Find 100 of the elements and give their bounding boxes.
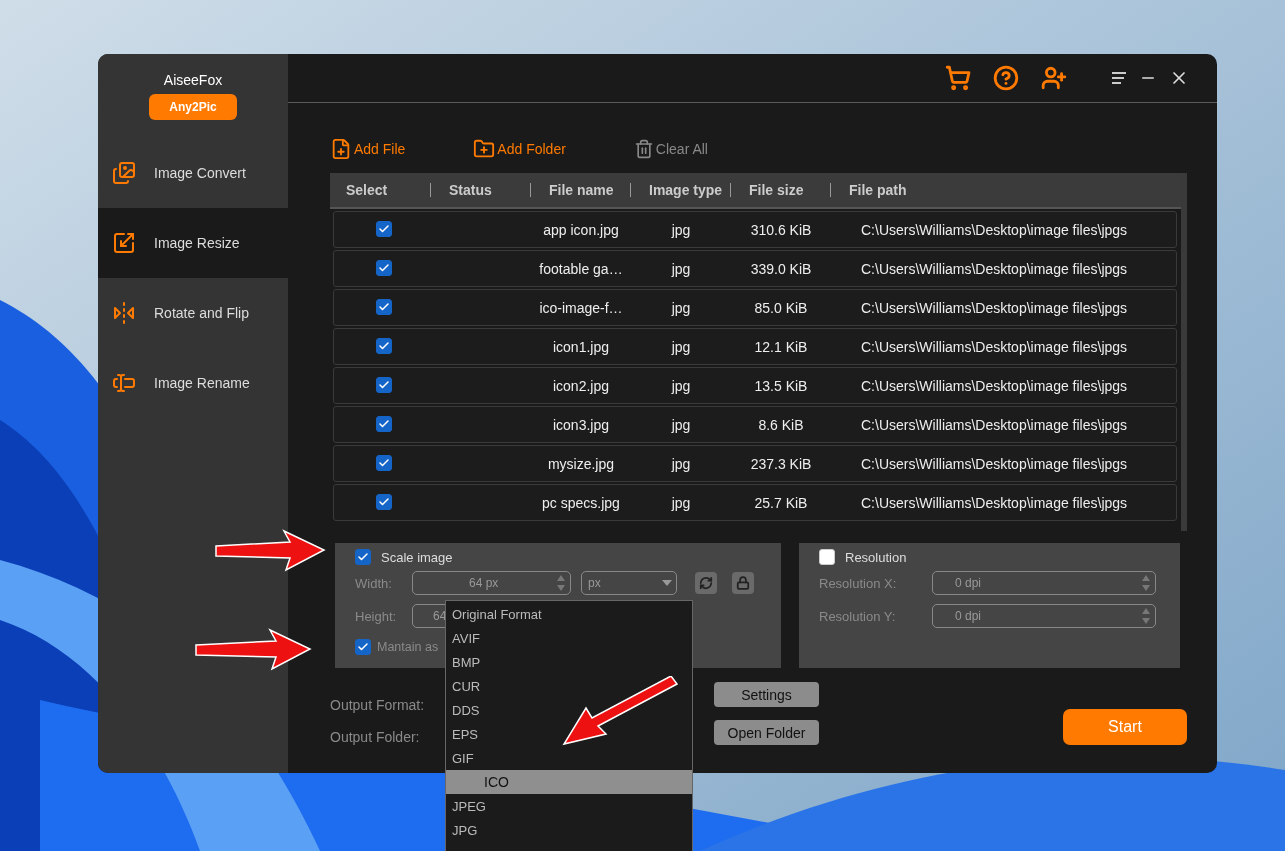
cart-icon[interactable] <box>945 65 971 91</box>
column-header: Image type <box>630 183 730 197</box>
field-label: Output Folder: <box>330 729 420 745</box>
table-row[interactable]: footable ga… jpg 339.0 KiB C:\Users\Williams\Desktop\image files\jpgs <box>333 250 1177 287</box>
file-plus-icon <box>330 138 352 160</box>
flip-icon <box>112 301 136 325</box>
user-plus-icon[interactable] <box>1041 65 1067 91</box>
checkmark-icon <box>378 379 390 391</box>
checkbox-label: Scale image <box>381 549 453 565</box>
table-cell-text: jpg <box>670 338 692 355</box>
checkbox[interactable] <box>355 549 371 565</box>
table-cell-text: mysize.jpg <box>546 455 616 472</box>
toolbar-button[interactable]: Add File <box>330 138 406 160</box>
column-header: File name <box>530 183 630 197</box>
brand-name: AiseeFox <box>163 72 223 88</box>
text-cursor-icon <box>112 371 136 395</box>
refresh-icon[interactable] <box>695 572 717 594</box>
menu-item[interactable]: ICO <box>446 770 692 794</box>
help-icon[interactable] <box>993 65 1019 91</box>
table-cell-text: jpg <box>670 299 692 316</box>
trash-icon <box>633 139 654 159</box>
table-cell-text: C:\Users\Williams\Desktop\image files\jpgs <box>860 260 1129 277</box>
table-row[interactable]: icon1.jpg jpg 12.1 KiB C:\Users\Williams\Desktop\image files\jpgs <box>333 328 1177 365</box>
table-cell-text: footable ga… <box>538 260 624 277</box>
table-cell-text: 8.6 KiB <box>757 416 805 433</box>
checkmark-icon <box>357 551 369 563</box>
menu-icon[interactable] <box>1111 71 1127 85</box>
table-row[interactable]: ico-image-f… jpg 85.0 KiB C:\Users\Williams\Desktop\image files\jpgs <box>333 289 1177 326</box>
table-cell-text: jpg <box>670 455 692 472</box>
table-cell-text: 13.5 KiB <box>753 377 809 394</box>
table-cell-text: pc specs.jpg <box>541 494 621 511</box>
images-icon <box>112 161 136 185</box>
folder-plus-icon <box>473 138 496 160</box>
table-cell-text: ico-image-f… <box>538 299 624 316</box>
table-cell-text: C:\Users\Williams\Desktop\image files\jpgs <box>860 416 1129 433</box>
checkmark-icon <box>378 496 390 508</box>
menu-item[interactable]: EPS <box>446 722 692 746</box>
table-cell-text: jpg <box>670 377 692 394</box>
table-cell-text: 310.6 KiB <box>749 221 813 238</box>
column-header: File path <box>830 183 1181 197</box>
table-cell-text: jpg <box>670 416 692 433</box>
table-cell-text: icon1.jpg <box>551 338 610 355</box>
caret-icon <box>662 580 672 586</box>
checkbox[interactable] <box>355 639 371 655</box>
table-row[interactable]: pc specs.jpg jpg 25.7 KiB C:\Users\Williams\Desktop\image files\jpgs <box>333 484 1177 521</box>
checkbox[interactable] <box>376 260 392 276</box>
table-row[interactable]: mysize.jpg jpg 237.3 KiB C:\Users\Williams\Desktop\image files\jpgs <box>333 445 1177 482</box>
column-header: File size <box>730 183 830 197</box>
checkbox[interactable] <box>376 299 392 315</box>
lock-icon[interactable] <box>732 572 754 594</box>
checkbox[interactable] <box>376 494 392 510</box>
menu-item[interactable]: CUR <box>446 674 692 698</box>
product-badge: Any2Pic <box>149 94 237 120</box>
menu-item[interactable]: JPG <box>446 818 692 842</box>
table-cell-text: icon2.jpg <box>551 377 610 394</box>
table-cell-text: jpg <box>670 260 692 277</box>
table-cell-text: 85.0 KiB <box>753 299 809 316</box>
checkmark-icon <box>357 641 369 653</box>
field-label: Width: <box>355 575 393 591</box>
checkbox[interactable] <box>376 221 392 237</box>
table-cell-text: C:\Users\Williams\Desktop\image files\jpgs <box>860 377 1129 394</box>
menu-item[interactable]: DDS <box>446 698 692 722</box>
checkbox-label: Mantain as <box>377 640 439 654</box>
menu-item[interactable]: JPEG <box>446 794 692 818</box>
checkbox[interactable] <box>376 377 392 393</box>
open-folder-button[interactable]: Open Folder <box>714 720 819 745</box>
checkmark-icon <box>378 301 390 313</box>
table-cell-text: 12.1 KiB <box>753 338 809 355</box>
field-label: Resolution Y: <box>819 608 897 624</box>
menu-item[interactable]: GIF <box>446 746 692 770</box>
field-label: Height: <box>355 608 398 624</box>
settings-button[interactable]: Settings <box>714 682 819 707</box>
field-label: Resolution X: <box>819 575 898 591</box>
checkbox[interactable] <box>376 338 392 354</box>
sidebar-item[interactable]: Image Convert <box>98 138 288 208</box>
table-cell-text: C:\Users\Williams\Desktop\image files\jpgs <box>860 455 1129 472</box>
checkmark-icon <box>378 457 390 469</box>
toolbar-button[interactable]: Add Folder <box>473 138 566 160</box>
menu-item[interactable]: AVIF <box>446 626 692 650</box>
checkbox[interactable] <box>376 455 392 471</box>
checkmark-icon <box>378 223 390 235</box>
checkbox[interactable] <box>376 416 392 432</box>
sidebar-item[interactable]: Rotate and Flip <box>98 278 288 348</box>
menu-item[interactable]: BMP <box>446 650 692 674</box>
table-cell-text: C:\Users\Williams\Desktop\image files\jpgs <box>860 299 1129 316</box>
column-header: Select <box>345 183 389 197</box>
column-header: Status <box>430 183 530 197</box>
sidebar-item[interactable]: Image Resize <box>98 208 288 278</box>
table-row[interactable]: icon3.jpg jpg 8.6 KiB C:\Users\Williams\Desktop\image files\jpgs <box>333 406 1177 443</box>
table-row[interactable]: app icon.jpg jpg 310.6 KiB C:\Users\Williams\Desktop\image files\jpgs <box>333 211 1177 248</box>
checkmark-icon <box>378 262 390 274</box>
checkmark-icon <box>378 340 390 352</box>
field-label: Output Format: <box>330 697 425 713</box>
table-cell-text: jpg <box>670 221 692 238</box>
table-cell-text: app icon.jpg <box>542 221 620 238</box>
table-row[interactable]: icon2.jpg jpg 13.5 KiB C:\Users\Williams\Desktop\image files\jpgs <box>333 367 1177 404</box>
table-cell-text: C:\Users\Williams\Desktop\image files\jpgs <box>860 494 1129 511</box>
table-cell-text: 339.0 KiB <box>749 260 813 277</box>
sidebar-item[interactable]: Image Rename <box>98 348 288 418</box>
resize-icon <box>112 231 136 255</box>
